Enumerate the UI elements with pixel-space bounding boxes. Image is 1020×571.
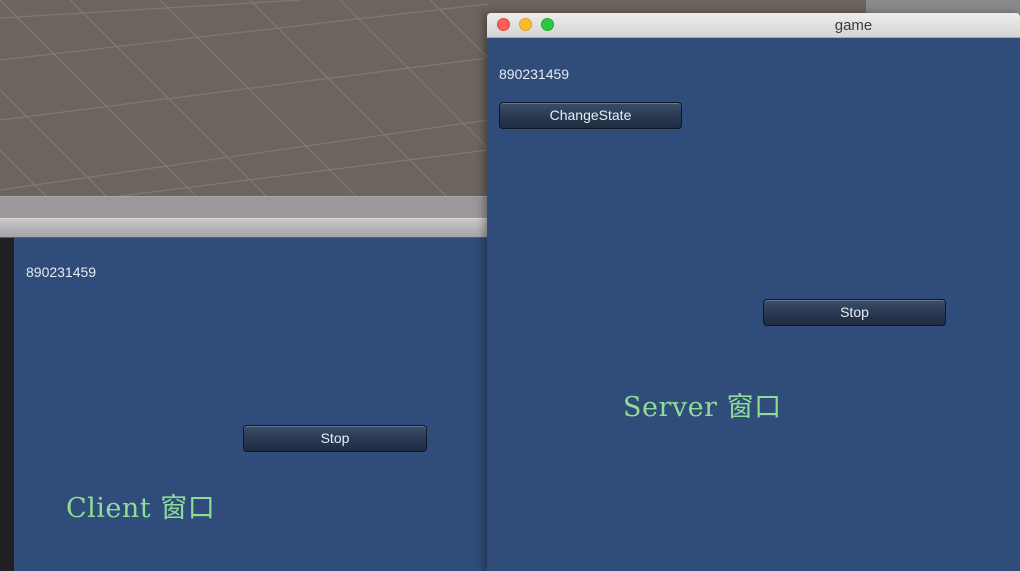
client-seed-label: 890231459: [26, 264, 97, 280]
editor-tab-bar: [0, 218, 488, 238]
editor-toolbar: [0, 196, 488, 218]
server-game-view: 890231459 ChangeState Stop Server 窗口: [487, 38, 1020, 571]
server-caption: Server 窗口: [623, 392, 782, 423]
client-caption: Client 窗口: [66, 493, 216, 524]
server-seed-label: 890231459: [499, 66, 570, 82]
client-window-edge: [0, 238, 14, 571]
window-title: game: [834, 17, 873, 34]
editor-panel-edge: [866, 0, 1020, 14]
change-state-button[interactable]: ChangeState: [499, 102, 682, 129]
client-game-view: 890231459 Stop Client 窗口: [0, 238, 488, 571]
client-stop-button[interactable]: Stop: [243, 425, 427, 452]
server-stop-button[interactable]: Stop: [763, 299, 946, 326]
server-window: game 890231459 ChangeState Stop Server 窗…: [487, 13, 1020, 571]
server-titlebar[interactable]: game: [487, 13, 1020, 38]
